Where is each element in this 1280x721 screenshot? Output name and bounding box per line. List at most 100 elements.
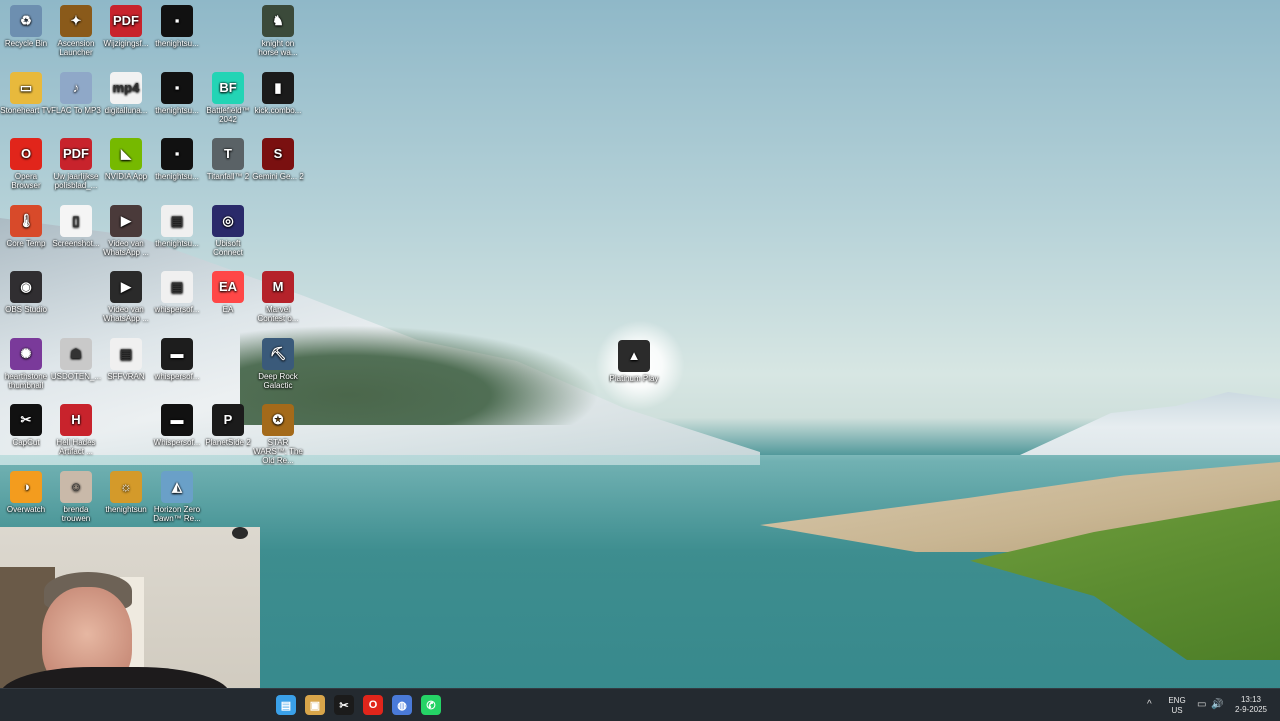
desktop-icon-label: Gemini Ge... 2 (252, 172, 304, 181)
desktop-icon[interactable]: ♻ Recycle Bin (0, 5, 52, 48)
desktop-icon-label: Core Temp (6, 239, 46, 248)
desktop-app-icon: ▪ (161, 72, 193, 104)
desktop-icon[interactable]: ♞ knight on horse wa... (252, 5, 304, 57)
desktop-app-icon: ▬ (161, 404, 193, 436)
desktop-icon[interactable]: T Titanfall™ 2 (202, 138, 254, 181)
desktop-icon[interactable]: ▶ Video van WhatsApp ... (100, 271, 152, 323)
desktop-icon-label: Video van WhatsApp ... (103, 305, 149, 323)
desktop-icon[interactable]: S Gemini Ge... 2 (252, 138, 304, 181)
wallpaper-mountain (1020, 392, 1280, 455)
desktop-app-icon: ▤ (110, 338, 142, 370)
desktop-icon-label: Marvel Contest o... (257, 305, 299, 323)
desktop-icon[interactable]: ◣ NVIDIA App (100, 138, 152, 181)
desktop-icon[interactable]: ▶ Video van WhatsApp ... (100, 205, 152, 257)
desktop-app-icon: mp4 (110, 72, 142, 104)
desktop-icon[interactable]: PDF Wijzigingsf... (100, 5, 152, 48)
desktop-app-icon: M (262, 271, 294, 303)
desktop-icon[interactable]: ▬ whispersof... (151, 338, 203, 381)
desktop-icon[interactable]: ▤ thenightsu... (151, 205, 203, 248)
desktop-app-icon: ☗ (60, 338, 92, 370)
desktop-app-icon: 🌡 (10, 205, 42, 237)
desktop-icon[interactable]: EA EA (202, 271, 254, 314)
desktop-icon[interactable]: H Hell Hades Artifact ... (50, 404, 102, 456)
desktop-icon[interactable]: ◭ Horizon Zero Dawn™ Re... (151, 471, 203, 523)
desktop-icon[interactable]: ▪ thenightsu... (151, 138, 203, 181)
desktop-icon-label: Ubisoft Connect (213, 239, 243, 257)
desktop-icon[interactable]: ♪ FLAC To MP3 (50, 72, 102, 115)
desktop-icon-label: whispersof... (154, 372, 200, 381)
desktop-app-icon: ◎ (212, 205, 244, 237)
desktop-icon[interactable]: ✪ STAR WARS™: The Old Re... (252, 404, 304, 465)
desktop-icon[interactable]: ✂ CapCut (0, 404, 52, 447)
desktop-icon[interactable]: ▲ Platinum Play (608, 340, 660, 383)
desktop-icon[interactable]: ▬ Whispersof... (151, 404, 203, 447)
desktop-icon[interactable]: ✺ hearthstone thumbnail (0, 338, 52, 390)
tray-chevron-icon[interactable]: ^ (1147, 699, 1152, 710)
whatsapp-icon[interactable]: ✆ (421, 695, 441, 715)
desktop-app-icon: ◣ (110, 138, 142, 170)
desktop-icon[interactable]: mp4 digitalluna... (100, 72, 152, 115)
desktop-icon[interactable]: P PlanetSide 2 (202, 404, 254, 447)
desktop-icon[interactable]: M Marvel Contest o... (252, 271, 304, 323)
desktop-app-icon: ✺ (10, 338, 42, 370)
desktop-icon[interactable]: ▭ Stoneheart TV (0, 72, 52, 115)
language-indicator[interactable]: ENG US (1166, 696, 1188, 716)
desktop-icon[interactable]: ◉ OBS Studio (0, 271, 52, 314)
volume-icon[interactable]: 🔊 (1211, 699, 1223, 710)
desktop-app-icon: ▬ (161, 338, 193, 370)
desktop-icon-label: Platinum Play (609, 374, 659, 383)
desktop-app-icon: ▤ (161, 271, 193, 303)
opera-icon[interactable]: O (363, 695, 383, 715)
desktop-icon[interactable]: ☼ thenightsun (100, 471, 152, 514)
desktop-icon[interactable]: O Opera Browser (0, 138, 52, 190)
desktop-icon[interactable]: ✦ Ascension Launcher (50, 5, 102, 57)
desktop-icon-label: Whispersof... (153, 438, 201, 447)
desktop-icon[interactable]: ▮ kick.combo... (252, 72, 304, 115)
desktop-icon-label: digitalluna... (104, 106, 148, 115)
desktop-app-icon: ◑ (10, 471, 42, 503)
desktop-app-icon: ▤ (161, 205, 193, 237)
desktop-app-icon: EA (212, 271, 244, 303)
desktop-app-icon: ◭ (161, 471, 193, 503)
desktop-icon[interactable]: 🌡 Core Temp (0, 205, 52, 248)
desktop-icon[interactable]: ⛏ Deep Rock Galactic (252, 338, 304, 390)
app-icon[interactable]: ◍ (392, 695, 412, 715)
desktop-icon[interactable]: PDF Uw jaarlijkse polisblad_... (50, 138, 102, 190)
desktop-icon[interactable]: ☺ brenda trouwen (50, 471, 102, 523)
desktop-icon[interactable]: BF Battlefield™ 2042 (202, 72, 254, 124)
network-icon[interactable]: ▭ (1197, 699, 1206, 710)
webcam-ceiling-light (232, 527, 248, 539)
notepad-icon[interactable]: ▤ (276, 695, 296, 715)
desktop-icon[interactable]: ▤ SFFVRAN (100, 338, 152, 381)
clock[interactable]: 13:13 2-9-2025 (1228, 695, 1274, 715)
explorer-icon[interactable]: ▣ (305, 695, 325, 715)
clock-date: 2-9-2025 (1234, 705, 1268, 714)
desktop-app-icon: ▭ (10, 72, 42, 104)
desktop-icon[interactable]: ◎ Ubisoft Connect (202, 205, 254, 257)
desktop-app-icon: ▪ (161, 5, 193, 37)
desktop-icon-label: Wijzigingsf... (103, 39, 149, 48)
desktop-icon-label: FLAC To MP3 (51, 106, 101, 115)
desktop-app-icon: ◉ (10, 271, 42, 303)
desktop-app-icon: S (262, 138, 294, 170)
desktop-icon-label: Video van WhatsApp ... (103, 239, 149, 257)
desktop-icon-label: thenightsun (105, 505, 147, 514)
desktop-icon[interactable]: ◑ Overwatch (0, 471, 52, 514)
wallpaper-green-grass (970, 500, 1280, 660)
desktop-app-icon: PDF (60, 138, 92, 170)
desktop-icon[interactable]: ▪ thenightsu... (151, 5, 203, 48)
desktop-icon-label: Battlefield™ 2042 (206, 106, 250, 124)
desktop-app-icon: ▶ (110, 205, 142, 237)
desktop-icon[interactable]: ▯ Screenshot... (50, 205, 102, 248)
desktop-icon[interactable]: ☗ USDOTEN_... (50, 338, 102, 381)
desktop-app-icon: ▲ (618, 340, 650, 372)
desktop-icon[interactable]: ▤ whispersof... (151, 271, 203, 314)
desktop-app-icon: ▮ (262, 72, 294, 104)
capcut-icon[interactable]: ✂ (334, 695, 354, 715)
desktop-app-icon: ☼ (110, 471, 142, 503)
clock-time: 13:13 (1240, 695, 1262, 704)
desktop-icon-label: Stoneheart TV (0, 106, 52, 115)
desktop-icon[interactable]: ▪ thenightsu... (151, 72, 203, 115)
desktop-icon-label: USDOTEN_... (50, 372, 102, 381)
desktop-icon-label: EA (222, 305, 234, 314)
